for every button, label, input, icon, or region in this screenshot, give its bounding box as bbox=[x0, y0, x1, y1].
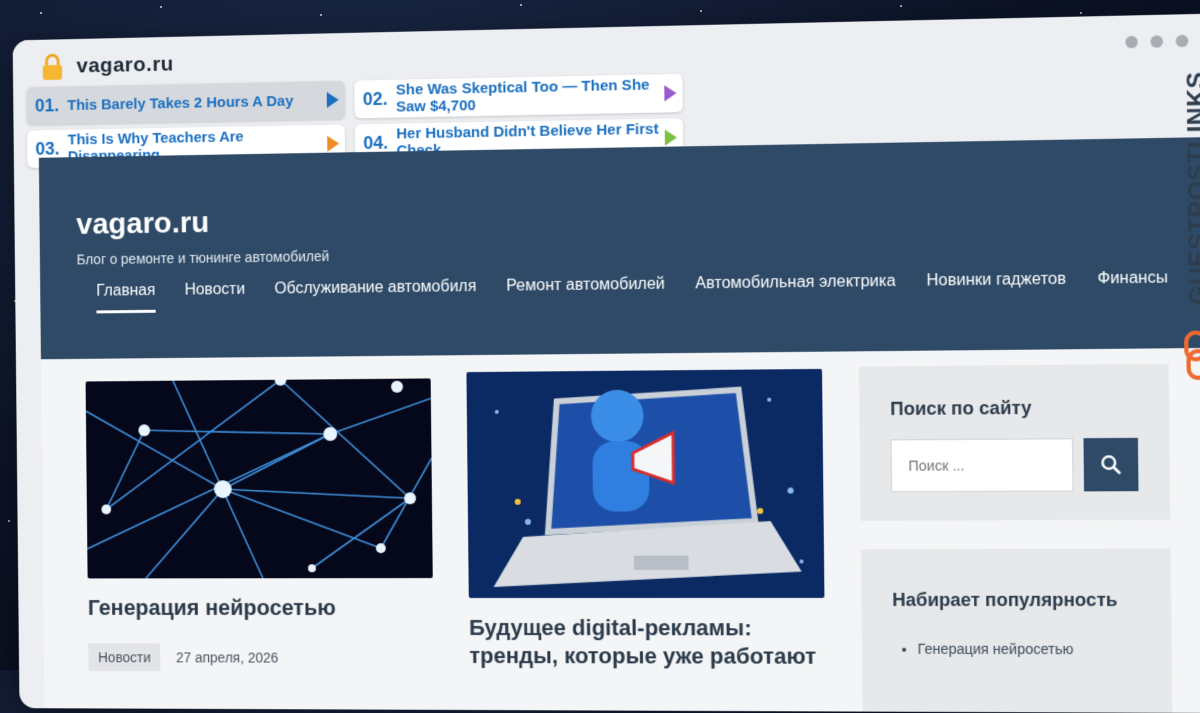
ad-number: 04. bbox=[363, 132, 389, 153]
ad-title: She Was Skeptical Too — Then She Saw $4,… bbox=[395, 76, 650, 116]
browser-window: vagaro.ru 01. This Barely Takes 2 Hours … bbox=[12, 13, 1200, 713]
nav-item-car-electrics[interactable]: Автомобильная электрика bbox=[695, 273, 896, 307]
search-icon bbox=[1100, 454, 1121, 475]
post-title[interactable]: Будущее digital-рекламы: тренды, которые… bbox=[469, 614, 825, 671]
window-dot[interactable] bbox=[1175, 34, 1189, 48]
site-title[interactable]: vagaro.ru bbox=[76, 206, 209, 242]
lock-icon bbox=[40, 53, 65, 81]
category-badge[interactable]: Новости bbox=[88, 643, 161, 672]
nav-item-finance[interactable]: Финансы bbox=[1097, 269, 1168, 302]
popular-list-item[interactable]: Генерация нейросетью bbox=[917, 641, 1073, 658]
search-button[interactable] bbox=[1083, 437, 1139, 492]
site-header: vagaro.ru Блог о ремонте и тюнинге автом… bbox=[38, 137, 1200, 360]
post-card: Будущее digital-рекламы: тренды, которые… bbox=[466, 368, 825, 671]
neural-network-image[interactable] bbox=[85, 378, 433, 579]
play-arrow-icon bbox=[664, 85, 677, 102]
nav-item-home[interactable]: Главная bbox=[96, 282, 156, 314]
ad-number: 02. bbox=[362, 88, 388, 109]
site-description: Блог о ремонте и тюнинге автомобилей bbox=[76, 248, 330, 268]
post-meta: Новости 27 апреля, 2026 bbox=[88, 643, 433, 672]
window-control-dots bbox=[1125, 34, 1189, 49]
widget-title: Поиск по сайту bbox=[890, 397, 1032, 420]
post-title[interactable]: Генерация нейросетью bbox=[88, 594, 433, 622]
main-navigation: Главная Новости Обслуживание автомобиля … bbox=[96, 269, 1168, 314]
search-input[interactable] bbox=[890, 438, 1074, 493]
nav-item-news[interactable]: Новости bbox=[184, 281, 245, 312]
laptop-megaphone-image[interactable] bbox=[466, 368, 825, 599]
guestpostlinks-watermark: GUESTPOSTLINKS bbox=[1176, 71, 1200, 380]
popular-widget: Набирает популярность Генерация нейросет… bbox=[860, 548, 1173, 713]
ad-link[interactable]: 01. This Barely Takes 2 Hours A Day bbox=[26, 80, 345, 125]
ad-link[interactable]: 02. She Was Skeptical Too — Then She Saw… bbox=[354, 73, 683, 119]
nav-item-car-repair[interactable]: Ремонт автомобилей bbox=[506, 276, 665, 309]
widget-title: Набирает популярность bbox=[892, 589, 1118, 611]
ad-title: This Barely Takes 2 Hours A Day bbox=[67, 92, 294, 114]
website-viewport: vagaro.ru Блог о ремонте и тюнинге автом… bbox=[38, 137, 1200, 713]
post-date: 27 апреля, 2026 bbox=[175, 649, 279, 666]
play-arrow-icon bbox=[326, 91, 339, 108]
link-chain-icon bbox=[1183, 330, 1200, 380]
play-arrow-icon bbox=[664, 129, 678, 146]
ad-number: 03. bbox=[35, 138, 60, 159]
ad-number: 01. bbox=[34, 94, 60, 116]
nav-item-car-service[interactable]: Обслуживание автомобиля bbox=[274, 278, 476, 311]
brand-text: GUESTPOSTLINKS bbox=[1182, 71, 1200, 306]
address-bar-url[interactable]: vagaro.ru bbox=[76, 53, 173, 79]
window-dot[interactable] bbox=[1150, 35, 1164, 48]
popular-list: Генерация нейросетью bbox=[917, 641, 1073, 658]
search-widget: Поиск по сайту bbox=[858, 363, 1171, 521]
window-dot[interactable] bbox=[1125, 35, 1138, 49]
nav-item-gadgets[interactable]: Новинки гаджетов bbox=[926, 271, 1066, 304]
play-arrow-icon bbox=[327, 135, 340, 152]
post-card: Генерация нейросетью Новости 27 апреля, … bbox=[85, 378, 434, 672]
